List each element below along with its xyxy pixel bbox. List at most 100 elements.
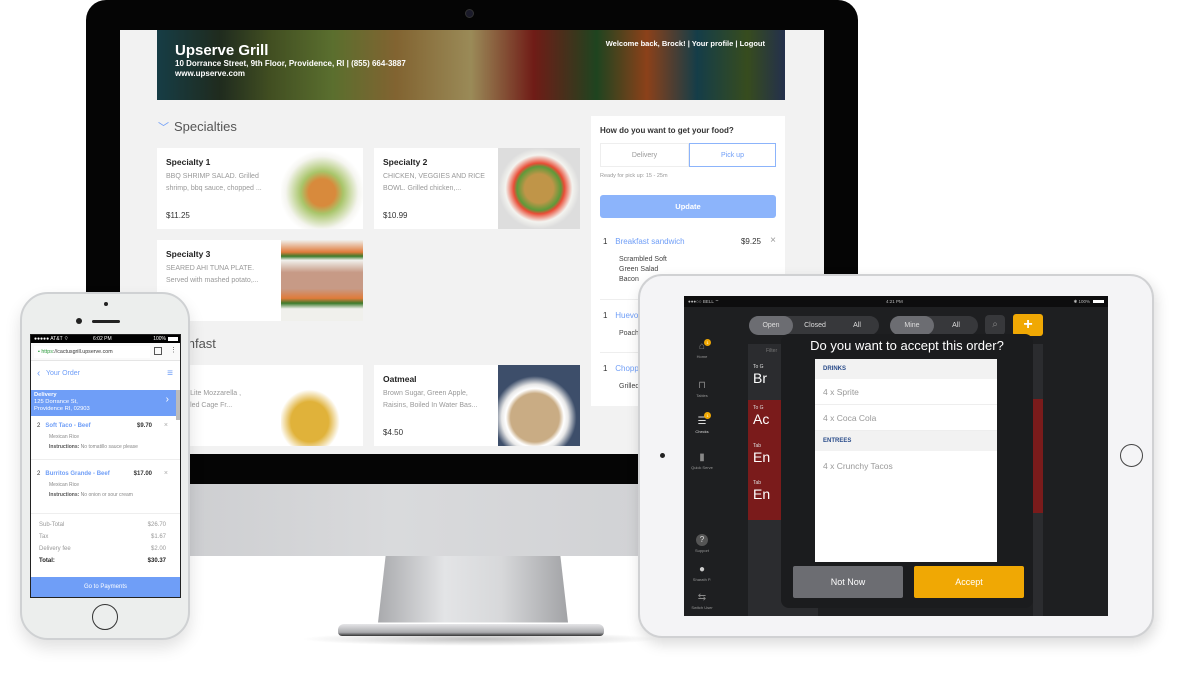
total-label: Total: [39,558,55,564]
instructions-label: Instructions: [49,444,80,450]
item-modifiers: Poach [619,329,639,339]
status-filter: Open Closed All [749,316,879,335]
remove-item-icon[interactable]: × [770,235,776,246]
section-title-specialties[interactable]: Specialties [174,119,237,134]
user-nav: Welcome back, Brock! | Your profile | Lo… [606,39,765,48]
modifier: Scrambled Soft [619,256,667,263]
nav-support[interactable]: ? Support [684,534,720,553]
switch-user-icon: ⇆ [697,592,707,603]
delivery-option[interactable]: Delivery [600,143,689,167]
modal-title: Do you want to accept this order? [810,338,1004,353]
filter-all[interactable]: All [837,316,877,335]
order-line: 4 x Coca Cola [815,405,997,431]
imac-foot [338,624,604,636]
not-now-button[interactable]: Not Now [793,566,903,598]
tabs-icon[interactable] [154,347,162,355]
nav-checks[interactable]: ☰ Checks [684,416,720,434]
nav-label: Support [694,548,709,553]
phone-home-button[interactable] [92,604,118,630]
group-header-drinks: DRINKS [815,359,997,379]
detail-highlight [1033,399,1043,513]
nav-quick-serve[interactable]: ▮ Quick Serve [684,452,720,470]
back-icon[interactable]: ‹ [37,362,40,386]
item-instructions: Instructions: No onion or sour cream [49,492,133,498]
item-modifiers: Grilled [619,382,639,392]
tablet-camera-icon [660,453,665,458]
restaurant-website[interactable]: www.upserve.com [175,69,245,78]
nav-separator: | [687,39,690,48]
delivery-fee-value: $2.00 [150,546,166,552]
scrollbar[interactable] [176,390,180,420]
filter-all-owners[interactable]: All [934,316,978,335]
item-qty: 1 [603,311,608,320]
item-name-link[interactable]: Soft Taco - Beef [45,423,90,429]
subtotal-value: $26.70 [147,522,166,528]
remove-item-icon[interactable]: × [164,470,168,477]
menu-item-price: $10.99 [383,211,408,220]
phone-speaker [92,320,120,323]
profile-link[interactable]: Your profile [692,39,734,48]
menu-item-card[interactable]: Oatmeal Brown Sugar, Green Apple, Raisin… [374,365,580,446]
modifier: Grilled [619,383,640,390]
item-qty: 1 [603,237,608,246]
menu-item-desc: CHICKEN, VEGGIES AND RICE BOWL. Grilled … [383,173,485,192]
nav-user[interactable]: ● Sharath P. [684,564,720,582]
logout-link[interactable]: Logout [740,39,765,48]
update-button[interactable]: Update [600,195,776,218]
pickup-option[interactable]: Pick up [689,143,776,167]
menu-item-photo [281,365,363,446]
nav-switch-user[interactable]: ⇆ Switch User [684,592,720,610]
nav-tables[interactable]: ⊓ Tables [684,380,720,398]
address-line: 125 Dorrance St, [34,399,78,405]
status-bar: ●●●●● AT&T ⌔ 6:02 PM 100% [31,335,180,343]
nav-home[interactable]: ⌂ Home [684,341,720,359]
order-line: 4 x Crunchy Tacos [823,461,893,471]
filter-field[interactable]: Filter [766,348,777,354]
carrier: ●●●○○ BELL ⌔ [688,299,720,304]
item-price: $17.00 [133,471,152,477]
add-order-button[interactable]: + [1013,314,1043,336]
chevron-down-icon[interactable]: ﹀ [158,119,169,135]
item-side: Mexican Rice [49,434,80,440]
address-line: Providence RI, 02903 [34,406,90,412]
page-title: Your Order [46,370,80,377]
divider [31,459,180,460]
filter-closed[interactable]: Closed [793,316,837,335]
nav-label: Switch User [691,605,713,610]
menu-item-card[interactable]: Specialty 1 BBQ SHRIMP SALAD. Grilled sh… [157,148,363,229]
phone-sensor [104,302,108,306]
browser-bar: ▪ https://cactusgrill.upserve.com ⋮ [31,343,180,361]
filter-mine[interactable]: Mine [890,316,934,335]
menu-item-price: $11.25 [166,211,190,220]
accept-button[interactable]: Accept [914,566,1024,598]
divider [31,513,180,514]
checks-badge: 1 [704,412,711,419]
delivery-address[interactable]: Delivery 125 Dorrance St, Providence RI,… [31,390,177,416]
delivery-fee-label: Delivery fee [39,546,71,552]
order-item: 1 Huevos [603,311,642,320]
order-line: 4 x Sprite [815,379,997,405]
restaurant-banner: Upserve Grill 10 Dorrance Street, 9th Fl… [157,30,785,100]
tablet-home-button[interactable] [1120,444,1143,467]
phone-camera-icon [76,318,82,324]
instructions-label: Instructions: [49,492,80,498]
home-badge: 1 [704,339,711,346]
search-icon[interactable]: ⌕ [985,315,1005,335]
nav-label: Checks [695,429,709,434]
item-name-link[interactable]: Burritos Grande - Beef [45,471,109,477]
menu-item-photo [498,148,580,229]
filter-open[interactable]: Open [749,316,793,335]
remove-item-icon[interactable]: × [164,422,168,429]
checks-icon: ☰ [697,416,707,427]
menu-item-photo [281,240,363,321]
tax-label: Tax [39,534,49,540]
url-field[interactable]: ▪ https://cactusgrill.upserve.com [34,346,150,358]
instructions-text: No onion or sour cream [80,492,133,498]
hamburger-menu-icon[interactable]: ≡ [167,362,173,386]
go-to-payments-button[interactable]: Go to Payments [31,577,180,597]
carrier: ●●●●● AT&T ⌔ [34,336,69,342]
welcome-text: Welcome back, Brock! [605,39,686,48]
more-menu-icon[interactable]: ⋮ [170,346,177,354]
menu-item-card[interactable]: Specialty 2 CHICKEN, VEGGIES AND RICE BO… [374,148,580,229]
item-name-link[interactable]: Breakfast sandwich [615,237,684,246]
